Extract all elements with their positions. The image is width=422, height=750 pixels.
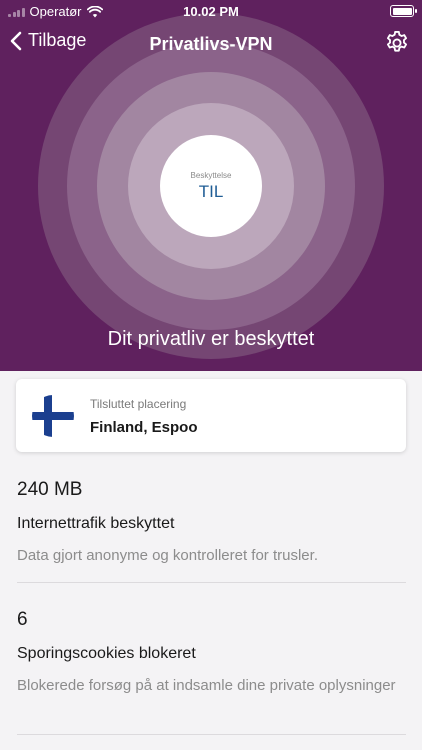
status-time: 10.02 PM: [183, 4, 239, 19]
location-label: Tilsluttet placering: [90, 397, 187, 411]
back-button[interactable]: Tilbage: [10, 30, 86, 51]
back-label: Tilbage: [28, 30, 87, 50]
protection-status-badge[interactable]: Beskyttelse TIL: [160, 135, 262, 237]
finland-flag-icon: [32, 395, 74, 437]
divider: [17, 582, 406, 583]
stat-cookies: 6 Sporingscookies blokeret Blokerede for…: [17, 609, 407, 697]
divider: [17, 734, 406, 735]
stat-value: 6: [17, 609, 28, 630]
gear-icon[interactable]: [384, 30, 410, 56]
stat-description: Data gjort anonyme og kontrolleret for t…: [17, 547, 318, 564]
protection-value: TIL: [198, 181, 224, 201]
nav-bar: Tilbage Privatlivs-VPN: [0, 26, 422, 62]
chevron-left-icon: [10, 31, 22, 50]
battery-icon: [390, 5, 417, 17]
status-bar: Operatør 10.02 PM: [0, 0, 422, 24]
protection-hero: Operatør 10.02 PM Tilbage Privatlivs-VPN…: [0, 0, 422, 371]
connected-location-card[interactable]: Tilsluttet placering Finland, Espoo: [16, 379, 406, 452]
protection-caption: Dit privatliv er beskyttet: [107, 328, 315, 350]
protection-label: Beskyttelse: [190, 170, 232, 180]
stat-title: Sporingscookies blokeret: [17, 645, 196, 662]
location-value: Finland, Espoo: [90, 419, 198, 436]
stat-value: 240 MB: [17, 479, 83, 500]
stat-title: Internettrafik beskyttet: [17, 515, 175, 532]
stat-description: Blokerede forsøg på at indsamle dine pri…: [17, 677, 396, 694]
stat-traffic: 240 MB Internettrafik beskyttet Data gjo…: [17, 479, 407, 567]
